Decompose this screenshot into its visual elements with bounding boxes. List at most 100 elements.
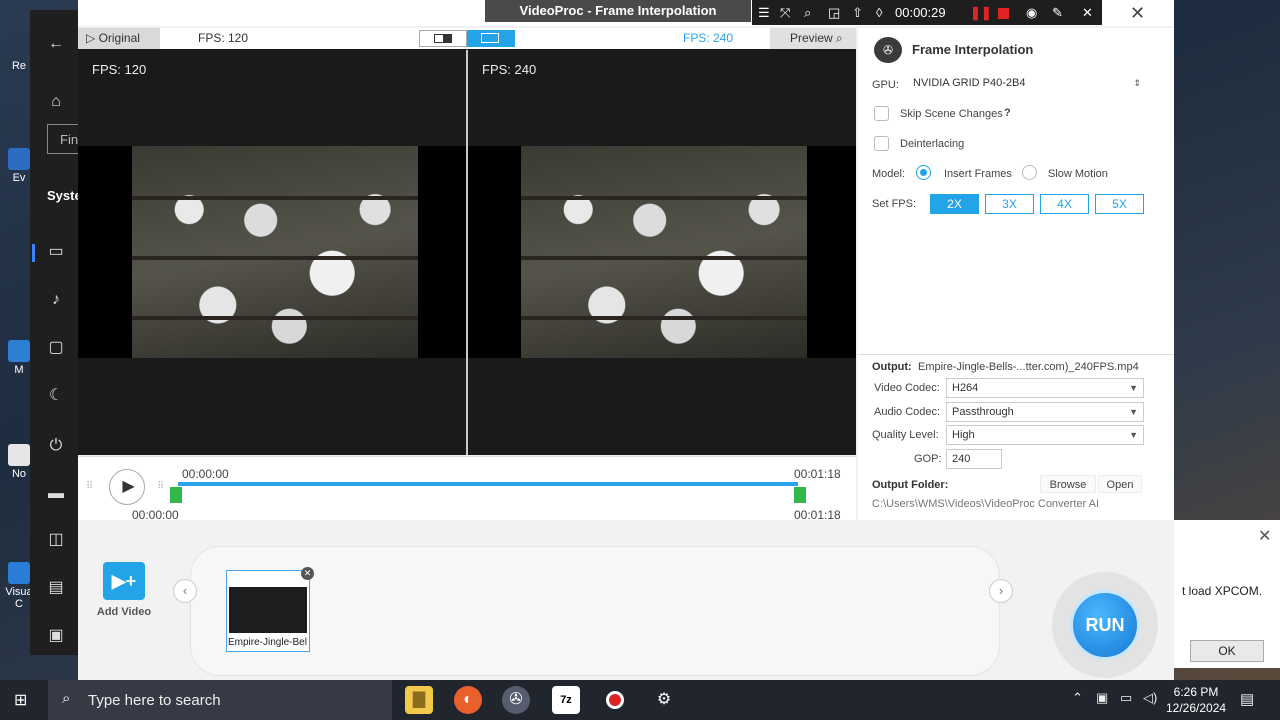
gpu-select[interactable]: NVIDIA GRID P40-2B4 ⇕	[908, 74, 1146, 94]
home-icon[interactable]: ⌂	[46, 92, 66, 112]
interpolated-video-frame	[468, 146, 856, 358]
focus-assist-icon[interactable]: ☾	[46, 386, 66, 406]
video-codec-value: H264	[952, 382, 979, 394]
end-trim-handle[interactable]	[794, 487, 806, 503]
settings-gear-icon[interactable]: ⚙	[650, 686, 678, 714]
add-video-button[interactable]: ▶+ Add Video	[96, 562, 152, 618]
fps-5x-button[interactable]: 5X	[1095, 194, 1144, 214]
notepad-icon	[8, 444, 30, 466]
windows-start-icon[interactable]: ⊞	[14, 692, 32, 710]
start-time-bottom: 00:00:00	[132, 508, 179, 522]
7zip-icon[interactable]: 7z	[552, 686, 580, 714]
camera-icon[interactable]: ◉	[1026, 4, 1037, 21]
power-icon[interactable]: ⏻	[46, 436, 66, 456]
date: 12/26/2024	[1166, 701, 1227, 715]
browse-button[interactable]: Browse	[1040, 475, 1096, 493]
pen-icon[interactable]: ✎	[1052, 4, 1063, 21]
back-arrow-icon[interactable]: ←	[46, 34, 66, 54]
taskbar-search[interactable]: ⌕ Type here to search	[48, 680, 392, 720]
notification-center-icon[interactable]: ▤	[1240, 690, 1254, 708]
grip-icon[interactable]: ⠿	[86, 481, 98, 493]
time: 6:26 PM	[1173, 685, 1219, 699]
chevron-updown-icon: ⇕	[1133, 78, 1141, 88]
help-icon[interactable]: ?	[1004, 107, 1011, 119]
clip-image	[229, 587, 307, 633]
notifications-icon[interactable]: ▢	[46, 338, 66, 358]
scroll-right-button[interactable]: ›	[989, 579, 1013, 603]
right-pane-fps: FPS: 240	[482, 62, 537, 77]
slow-motion-radio[interactable]	[1022, 165, 1037, 180]
open-button[interactable]: Open	[1098, 475, 1142, 493]
chevron-up-icon[interactable]: ⌃	[1072, 690, 1083, 706]
chevron-down-icon: ▼	[1129, 383, 1138, 393]
timeline: ⠿ ▶ ⠿ 00:00:00 00:01:18 00:00:00 00:01:1…	[78, 456, 856, 522]
frame-interpolation-panel: ✇ Frame Interpolation GPU: NVIDIA GRID P…	[858, 28, 1174, 520]
remove-clip-icon[interactable]: ✕	[301, 567, 314, 580]
video-codec-select[interactable]: H264 ▼	[946, 378, 1144, 398]
audio-codec-select[interactable]: Passthrough ▼	[946, 402, 1144, 422]
chevron-right-icon: ›	[998, 583, 1004, 598]
audio-codec-value: Passthrough	[952, 406, 1014, 418]
shelf-line	[521, 196, 807, 200]
display-tray-icon[interactable]: ▭	[1120, 690, 1132, 706]
desktop-icon-label: Ev	[12, 172, 26, 184]
single-view-toggle[interactable]	[419, 30, 467, 47]
play-button[interactable]: ▶	[109, 469, 145, 505]
skip-scene-checkbox[interactable]	[874, 106, 889, 121]
crop-icon[interactable]: ◲	[828, 4, 840, 21]
clip-tray	[190, 546, 1000, 676]
network-icon[interactable]: ▣	[1096, 690, 1108, 706]
fps-2x-button[interactable]: 2X	[930, 194, 979, 214]
multitasking-icon[interactable]: ▣	[46, 626, 66, 646]
preview-button[interactable]: Preview ⌕	[770, 28, 856, 49]
preview-label: Preview	[790, 31, 833, 45]
sound-icon[interactable]: ♪	[46, 290, 66, 310]
slow-motion-label: Slow Motion	[1048, 168, 1108, 180]
close-recorder-icon[interactable]: ✕	[1082, 4, 1093, 21]
run-button[interactable]: RUN	[1070, 590, 1140, 660]
split-view-toggle[interactable]	[467, 30, 515, 47]
videoproc-icon[interactable]: ✇	[502, 686, 530, 714]
drop-icon[interactable]: ◊	[876, 4, 882, 21]
end-time-top: 00:01:18	[794, 467, 841, 481]
file-explorer-icon[interactable]: ▇	[405, 686, 433, 714]
region-icon[interactable]: ⌕	[804, 4, 811, 21]
app-icon	[8, 340, 30, 362]
ok-button[interactable]: OK	[1190, 640, 1264, 662]
insert-frames-radio[interactable]	[916, 165, 931, 180]
display-icon[interactable]: ▭	[46, 242, 66, 262]
record-icon[interactable]	[601, 686, 629, 714]
pause-icon[interactable]: ❚❚	[970, 4, 992, 21]
collapse-icon[interactable]: ⤧	[780, 4, 790, 21]
original-tab[interactable]: ▷ Original	[78, 28, 160, 49]
close-icon[interactable]: ✕	[1130, 3, 1145, 23]
panel-title: Frame Interpolation	[912, 42, 1034, 57]
taskbar: ⊞ ⌕ Type here to search ▇ ◐ ✇ 7z ⚙ ⌃ ▣ ▭…	[0, 680, 1280, 720]
gpu-value: NVIDIA GRID P40-2B4	[913, 77, 1026, 89]
storage-icon[interactable]: ◫	[46, 530, 66, 550]
fps-3x-button[interactable]: 3X	[985, 194, 1034, 214]
clock[interactable]: 6:26 PM 12/26/2024	[1166, 684, 1226, 716]
quality-select[interactable]: High ▼	[946, 425, 1144, 445]
deinterlacing-checkbox[interactable]	[874, 136, 889, 151]
volume-icon[interactable]: ◁)	[1143, 690, 1157, 706]
firefox-icon[interactable]: ◐	[454, 686, 482, 714]
grip-icon[interactable]: ⠿	[157, 481, 169, 493]
clip-thumbnail[interactable]: Empire-Jingle-Bel ✕	[226, 567, 314, 652]
scroll-left-button[interactable]: ‹	[173, 579, 197, 603]
timeline-track[interactable]	[178, 482, 798, 486]
desktop-icon-label: C	[15, 598, 23, 610]
battery-icon[interactable]: ▬	[46, 484, 66, 504]
upload-icon[interactable]: ⇧	[852, 4, 863, 21]
app-icon	[8, 148, 30, 170]
gop-input[interactable]: 240	[946, 449, 1002, 469]
chevron-down-icon: ▼	[1129, 407, 1138, 417]
original-video-image	[132, 146, 418, 358]
tablet-icon[interactable]: ▤	[46, 578, 66, 598]
menu-icon[interactable]: ☰	[758, 4, 770, 21]
close-icon[interactable]: ✕	[1258, 526, 1271, 546]
single-view-icon	[434, 34, 452, 43]
pane-divider	[466, 50, 468, 455]
fps-4x-button[interactable]: 4X	[1040, 194, 1089, 214]
start-trim-handle[interactable]	[170, 487, 182, 503]
